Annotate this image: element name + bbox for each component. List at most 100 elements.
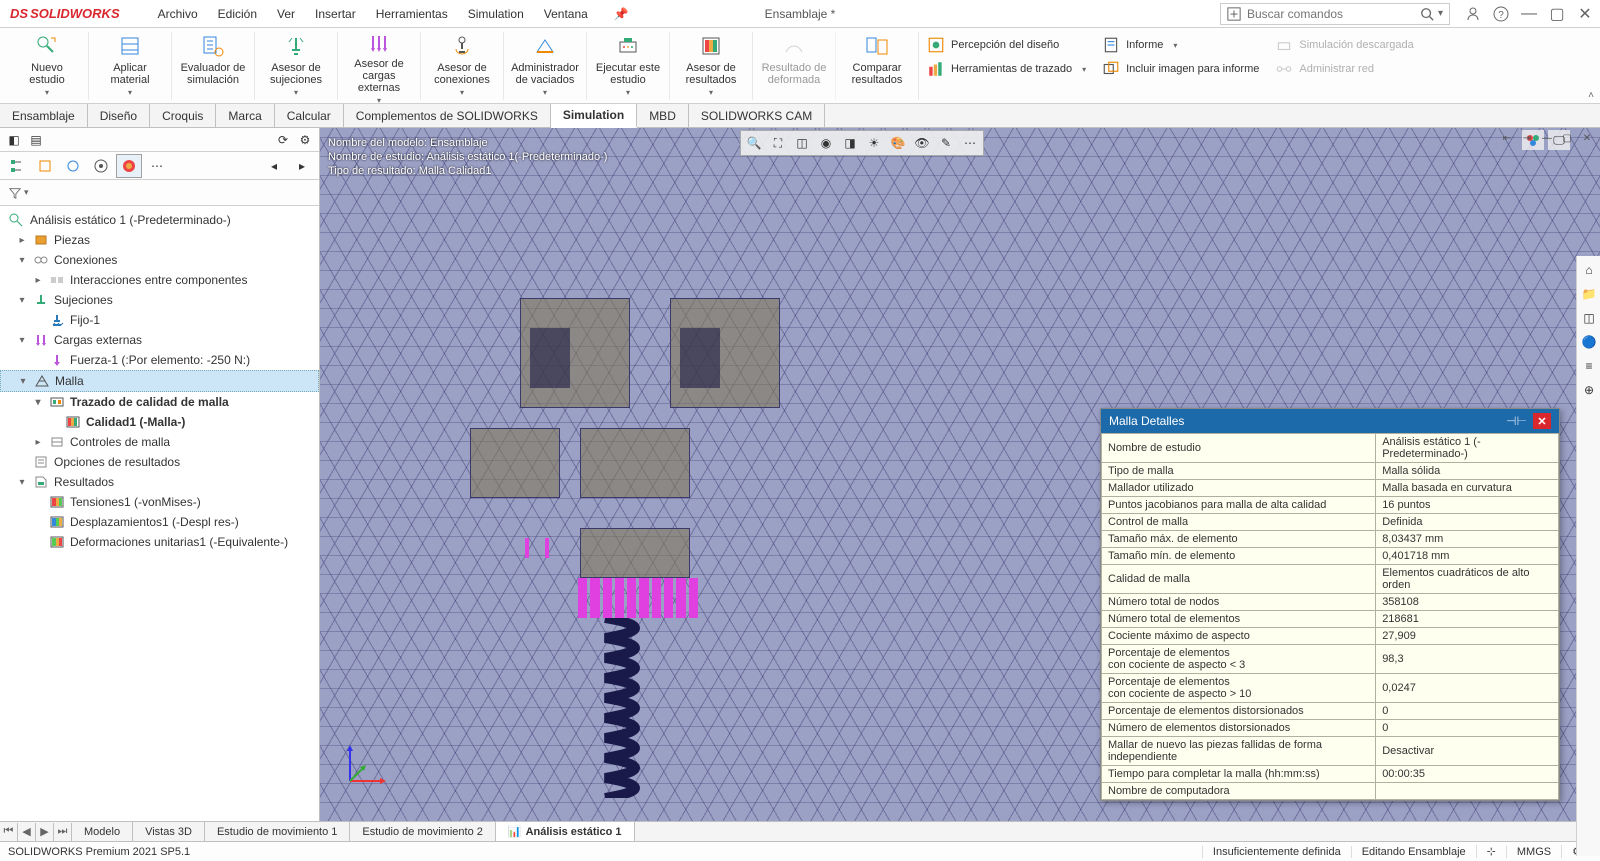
fm-tab-nav-right-icon[interactable]: ▸	[289, 154, 315, 178]
fm-tab-display-icon[interactable]	[60, 154, 86, 178]
ribbon-informe[interactable]: Informe▾	[1102, 34, 1259, 56]
pin-icon[interactable]: ⊣⊢	[1506, 414, 1527, 428]
user-icon[interactable]	[1462, 3, 1484, 25]
tree-item[interactable]: Fuerza-1 (:Por elemento: -250 N:)	[0, 350, 319, 370]
ribbon-asesor-resultados[interactable]: Asesor de resultados ▾	[670, 32, 753, 100]
tab-calcular[interactable]: Calcular	[275, 104, 344, 127]
tree-toggle-icon[interactable]: ▸	[32, 275, 44, 286]
vp-prev-icon[interactable]: ⇤	[1498, 130, 1516, 146]
ribbon-collapse-icon[interactable]: ˄	[1588, 90, 1594, 101]
menu-ver[interactable]: Ver	[269, 3, 303, 25]
tree-item[interactable]: ▾Conexiones	[0, 250, 319, 270]
fm-tab-tree-icon[interactable]	[4, 154, 30, 178]
bottom-tab-movimiento1[interactable]: Estudio de movimiento 1	[205, 822, 350, 841]
tree-item[interactable]: Desplazamientos1 (-Despl res-)	[0, 512, 319, 532]
search-commands-box[interactable]: ▾	[1220, 3, 1450, 25]
chevron-down-icon[interactable]: ▾	[709, 88, 713, 97]
fm-filter-bar[interactable]: ▾	[0, 180, 319, 206]
menu-archivo[interactable]: Archivo	[150, 3, 206, 25]
vp-min-icon[interactable]: —	[1538, 130, 1556, 146]
taskpane-property-icon[interactable]: ≡	[1579, 356, 1599, 376]
nav-next-icon[interactable]: ▶	[36, 823, 54, 841]
ribbon-evaluador[interactable]: Evaluador de simulación	[172, 32, 255, 100]
ribbon-nuevo-estudio[interactable]: Nuevo estudio ▾	[6, 32, 89, 100]
tree-item[interactable]: ▸Controles de malla	[0, 432, 319, 452]
taskpane-resources-icon[interactable]: 📁	[1579, 284, 1599, 304]
menu-edicion[interactable]: Edición	[210, 3, 265, 25]
tree-item[interactable]: ▾Resultados	[0, 472, 319, 492]
vp-fit-icon[interactable]: ⛶	[767, 133, 789, 153]
menu-herramientas[interactable]: Herramientas	[368, 3, 456, 25]
tree-item[interactable]: ▾Trazado de calidad de malla	[0, 392, 319, 412]
taskpane-home-icon[interactable]: ⌂	[1579, 260, 1599, 280]
menu-simulation[interactable]: Simulation	[460, 3, 532, 25]
fm-tool-icon[interactable]: ◧	[6, 132, 22, 148]
tree-item[interactable]: ▾Cargas externas	[0, 330, 319, 350]
chevron-down-icon[interactable]: ▾	[460, 88, 464, 97]
vp-edit-icon[interactable]: ✎	[935, 133, 957, 153]
fm-tab-prop-icon[interactable]	[88, 154, 114, 178]
vp-section-icon[interactable]: ◨	[839, 133, 861, 153]
chevron-down-icon[interactable]: ▾	[294, 88, 298, 97]
ribbon-percepcion[interactable]: Percepción del diseño	[927, 34, 1086, 56]
tree-item[interactable]: Tensiones1 (-vonMises-)	[0, 492, 319, 512]
tree-item[interactable]: Deformaciones unitarias1 (-Equivalente-)	[0, 532, 319, 552]
ribbon-asesor-sujeciones[interactable]: Asesor de sujeciones ▾	[255, 32, 338, 100]
fm-tool-icon[interactable]: ⟳	[275, 132, 291, 148]
ribbon-aplicar-material[interactable]: Aplicar material ▾	[89, 32, 172, 100]
vp-orient-icon[interactable]: ◫	[791, 133, 813, 153]
chevron-down-icon[interactable]: ▾	[377, 96, 381, 105]
chevron-down-icon[interactable]: ▾	[128, 88, 132, 97]
tree-toggle-icon[interactable]: ▾	[17, 376, 29, 387]
tree-study-root[interactable]: Análisis estático 1 (-Predeterminado-)	[0, 210, 319, 230]
tree-item[interactable]: ▾Sujeciones	[0, 290, 319, 310]
taskpane-appearance-icon[interactable]: 🔵	[1579, 332, 1599, 352]
tree-toggle-icon[interactable]: ▾	[32, 397, 44, 408]
tab-marca[interactable]: Marca	[216, 104, 274, 127]
fm-tool-icon[interactable]: ⚙	[297, 132, 313, 148]
fm-tab-more-icon[interactable]: ⋯	[144, 154, 170, 178]
tab-mbd[interactable]: MBD	[637, 104, 689, 127]
status-coord-icon[interactable]: ⊹	[1476, 845, 1506, 858]
maximize-button[interactable]: ▢	[1546, 3, 1568, 25]
minimize-button[interactable]: —	[1518, 3, 1540, 25]
tree-toggle-icon[interactable]: ▾	[16, 295, 28, 306]
search-dropdown-icon[interactable]: ▾	[1438, 8, 1443, 19]
tree-item[interactable]: ▾Malla	[0, 370, 319, 392]
search-icon[interactable]	[1420, 7, 1434, 21]
ribbon-admin-vaciados[interactable]: Administrador de vaciados ▾	[504, 32, 587, 100]
chevron-down-icon[interactable]: ▾	[45, 88, 49, 97]
fm-tool-icon[interactable]: ▤	[28, 132, 44, 148]
close-icon[interactable]: ✕	[1533, 413, 1551, 429]
ribbon-incluir-imagen[interactable]: Incluir imagen para informe	[1102, 58, 1259, 80]
vp-appearance-icon[interactable]: 🎨	[887, 133, 909, 153]
tab-simulation[interactable]: Simulation	[551, 104, 637, 128]
close-button[interactable]: ✕	[1574, 3, 1596, 25]
bottom-tab-modelo[interactable]: Modelo	[72, 822, 133, 841]
tree-item[interactable]: ▸Piezas	[0, 230, 319, 250]
ribbon-ejecutar[interactable]: Ejecutar este estudio ▾	[587, 32, 670, 100]
vp-max-icon[interactable]: ▢	[1558, 130, 1576, 146]
tree-toggle-icon[interactable]: ▾	[16, 255, 28, 266]
tree-toggle-icon[interactable]: ▸	[32, 437, 44, 448]
chevron-down-icon[interactable]: ▾	[543, 88, 547, 97]
vp-zoom-icon[interactable]: 🔍	[743, 133, 765, 153]
menu-ventana[interactable]: Ventana	[536, 3, 596, 25]
nav-first-icon[interactable]: ⏮	[0, 823, 18, 841]
tree-toggle-icon[interactable]: ▸	[16, 235, 28, 246]
tab-cam[interactable]: SOLIDWORKS CAM	[689, 104, 825, 127]
bottom-tab-analisis[interactable]: 📊Análisis estático 1	[496, 822, 635, 841]
menu-insertar[interactable]: Insertar	[307, 3, 364, 25]
bottom-tab-vistas3d[interactable]: Vistas 3D	[133, 822, 205, 841]
ribbon-asesor-cargas[interactable]: Asesor de cargas externas ▾	[338, 32, 421, 100]
vp-more-icon[interactable]: ⋯	[959, 133, 981, 153]
vp-next-icon[interactable]: ⇥	[1518, 130, 1536, 146]
taskpane-forum-icon[interactable]: ⊕	[1579, 380, 1599, 400]
graphics-viewport[interactable]: Nombre del modelo: Ensamblaje Nombre de …	[320, 128, 1600, 821]
bottom-tab-movimiento2[interactable]: Estudio de movimiento 2	[350, 822, 495, 841]
tree-toggle-icon[interactable]: ▾	[16, 477, 28, 488]
fm-tab-config-icon[interactable]	[32, 154, 58, 178]
ribbon-herramientas-trazado[interactable]: Herramientas de trazado▾	[927, 58, 1086, 80]
nav-last-icon[interactable]: ⏭	[54, 823, 72, 841]
status-units[interactable]: MMGS	[1506, 846, 1561, 858]
